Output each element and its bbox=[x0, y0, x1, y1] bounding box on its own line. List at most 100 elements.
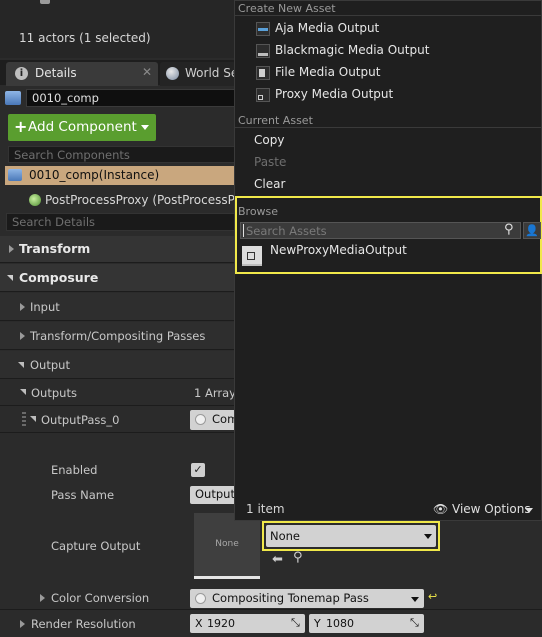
menu-item-paste[interactable]: Paste bbox=[235, 152, 541, 174]
menu-item-file-media-output[interactable]: File Media Output bbox=[235, 62, 541, 84]
outliner-footer: 11 actors (1 selected) bbox=[0, 0, 236, 58]
thumbnail-text: None bbox=[215, 539, 239, 549]
resolution-x-field[interactable]: X 1920 ⤡ bbox=[190, 614, 305, 633]
actor-type-icon bbox=[5, 91, 21, 105]
search-components-input[interactable]: Search Components bbox=[8, 146, 236, 163]
asset-thumbnail[interactable]: None bbox=[194, 513, 260, 579]
collapse-icon bbox=[18, 362, 24, 368]
browse-section: Browse Search Assets ⚲ 👤 NewProxyMediaOu… bbox=[235, 196, 542, 274]
plus-icon: + bbox=[14, 117, 28, 136]
capture-output-combo[interactable]: None bbox=[262, 521, 440, 551]
color-conversion-label: Color Conversion bbox=[51, 591, 150, 605]
search-assets-input[interactable]: Search Assets ⚲ bbox=[240, 222, 521, 239]
search-details-input[interactable]: Search Details bbox=[6, 213, 236, 231]
search-icon[interactable]: ⚲ bbox=[504, 222, 514, 237]
asset-result-item[interactable]: NewProxyMediaOutput bbox=[241, 243, 539, 268]
actors-count: 11 actors (1 selected) bbox=[19, 31, 151, 45]
menu-item-label: Copy bbox=[254, 133, 285, 147]
reset-to-default-icon[interactable]: ↩ bbox=[428, 590, 437, 603]
collapse-icon[interactable] bbox=[20, 389, 26, 395]
output-label: Output bbox=[30, 358, 70, 372]
view-options-label: View Options bbox=[452, 502, 531, 516]
expand-icon bbox=[20, 332, 25, 340]
asset-result-label: NewProxyMediaOutput bbox=[270, 243, 407, 257]
menu-item-label: Blackmagic Media Output bbox=[275, 43, 430, 57]
capture-output-value: None bbox=[270, 529, 301, 543]
menu-item-label: Aja Media Output bbox=[275, 21, 380, 35]
tab-world-settings[interactable]: World Se bbox=[160, 62, 238, 86]
proxy-media-output-icon bbox=[256, 88, 270, 102]
pass-name-label: Pass Name bbox=[51, 488, 115, 502]
aja-media-output-icon bbox=[256, 22, 270, 36]
menu-item-label: Clear bbox=[254, 177, 286, 191]
resolution-y-value: 1080 bbox=[326, 617, 354, 630]
create-new-asset-separator bbox=[235, 15, 541, 16]
item-count: 1 item bbox=[246, 502, 285, 516]
enabled-label: Enabled bbox=[51, 463, 98, 477]
expand-icon[interactable] bbox=[20, 620, 25, 628]
menu-item-clear[interactable]: Clear bbox=[235, 174, 541, 196]
instance-label: 0010_comp(Instance) bbox=[29, 168, 160, 182]
current-asset-heading: Current Asset bbox=[238, 114, 313, 127]
tab-details[interactable]: i Details ✕ bbox=[6, 62, 158, 86]
menu-item-label: File Media Output bbox=[275, 65, 381, 79]
chevron-down-icon bbox=[525, 508, 533, 513]
globe-icon bbox=[166, 67, 179, 80]
browse-heading: Browse bbox=[238, 205, 279, 218]
view-options-button[interactable]: 👁 View Options bbox=[431, 500, 537, 518]
output-pass-label: OutputPass_0 bbox=[41, 413, 120, 427]
render-resolution-label: Render Resolution bbox=[31, 617, 136, 631]
menu-item-copy[interactable]: Copy bbox=[235, 130, 541, 152]
browse-search-icon[interactable]: ⚲ bbox=[293, 550, 303, 565]
resize-icon: ⤡ bbox=[410, 616, 419, 629]
chevron-down-icon bbox=[411, 597, 419, 602]
search-assets-placeholder: Search Assets bbox=[246, 224, 327, 238]
capture-output-label: Capture Output bbox=[51, 539, 141, 553]
output-pass-combo[interactable]: Com bbox=[190, 410, 236, 430]
expand-icon bbox=[20, 303, 25, 311]
object-icon bbox=[195, 593, 206, 604]
input-label: Input bbox=[30, 300, 60, 314]
use-selected-arrow-icon[interactable]: ⬅ bbox=[272, 552, 283, 567]
drag-handle-icon[interactable] bbox=[22, 412, 26, 428]
resolution-y-field[interactable]: Y 1080 ⤡ bbox=[309, 614, 424, 633]
menu-item-aja-media-output[interactable]: Aja Media Output bbox=[235, 18, 541, 40]
pass-name-field[interactable]: OutputP bbox=[190, 486, 236, 504]
blackmagic-media-output-icon bbox=[256, 44, 270, 58]
component-label: PostProcessProxy (PostProcessPro bbox=[45, 193, 236, 207]
info-icon: i bbox=[15, 67, 28, 80]
composure-label: Composure bbox=[19, 270, 99, 285]
outputs-label: Outputs bbox=[31, 386, 77, 400]
close-tab-icon[interactable]: ✕ bbox=[142, 65, 152, 79]
component-row[interactable]: PostProcessProxy (PostProcessPro bbox=[0, 192, 236, 210]
current-asset-separator bbox=[235, 127, 541, 128]
chevron-down-icon bbox=[424, 534, 432, 539]
menu-item-blackmagic-media-output[interactable]: Blackmagic Media Output bbox=[235, 40, 541, 62]
user-filter-icon[interactable]: 👤 bbox=[523, 222, 541, 239]
resolution-y-axis: Y bbox=[314, 617, 321, 630]
enabled-checkbox[interactable]: ✓ bbox=[191, 463, 205, 477]
asset-picker-menu: Create New Asset Aja Media Output Blackm… bbox=[234, 0, 542, 521]
render-resolution-row: Render Resolution X 1920 ⤡ Y 1080 ⤡ bbox=[0, 611, 542, 637]
transform-label: Transform bbox=[19, 241, 91, 256]
tab-details-label: Details bbox=[35, 66, 77, 80]
create-new-asset-heading: Create New Asset bbox=[238, 2, 336, 15]
output-pass-combo-text: Com bbox=[212, 412, 236, 426]
expand-icon bbox=[9, 245, 14, 253]
color-conversion-combo[interactable]: Compositing Tonemap Pass bbox=[190, 589, 424, 608]
resolution-x-value: 1920 bbox=[207, 617, 235, 630]
expand-icon[interactable] bbox=[40, 594, 45, 602]
add-component-button[interactable]: + Add Component bbox=[8, 114, 156, 141]
chevron-down-icon bbox=[141, 125, 149, 130]
collapse-icon[interactable] bbox=[30, 416, 36, 422]
menu-item-label: Proxy Media Output bbox=[275, 87, 394, 101]
transform-passes-label: Transform/Compositing Passes bbox=[30, 329, 206, 343]
menu-item-proxy-media-output[interactable]: Proxy Media Output bbox=[235, 84, 541, 106]
actor-name-field[interactable]: 0010_comp bbox=[26, 89, 236, 107]
add-component-label: Add Component bbox=[28, 119, 137, 135]
component-icon bbox=[29, 194, 41, 206]
file-media-output-icon bbox=[256, 66, 270, 80]
eye-icon: 👁 bbox=[433, 502, 449, 516]
menu-item-label: Paste bbox=[254, 155, 287, 169]
instance-row[interactable]: 0010_comp(Instance) bbox=[5, 166, 236, 185]
